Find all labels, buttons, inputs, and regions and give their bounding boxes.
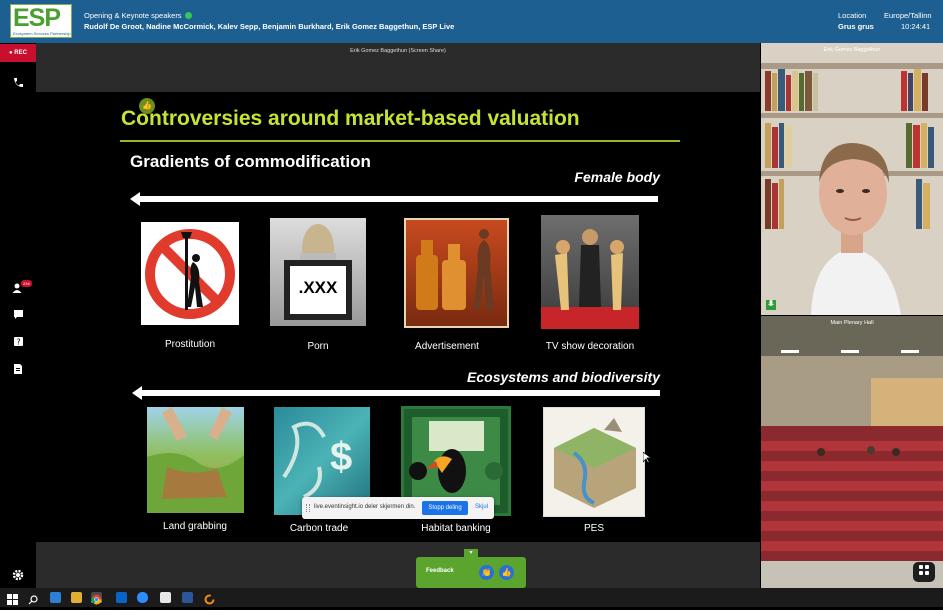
speaker-camera-feed: Erik Gomez Baggethun (761, 43, 943, 315)
caption-advertisement: Advertisement (415, 341, 479, 352)
calculator-icon[interactable] (160, 592, 171, 603)
phone-icon[interactable] (11, 76, 25, 90)
screen-share-label: Erik Gomez Baggethun (Screen Share) (350, 48, 446, 54)
stop-sharing-button[interactable]: Stopp deling (422, 501, 468, 515)
chrome-icon[interactable] (91, 592, 102, 605)
esp-logo: ESP Ecosystem Services Partnership (10, 4, 72, 38)
search-icon[interactable] (28, 592, 38, 610)
pes-image (543, 407, 645, 517)
plenary-hall-camera-feed: Main Plenary Hall (761, 316, 943, 588)
windows-start-icon[interactable] (7, 592, 18, 610)
svg-text:?: ? (16, 338, 20, 347)
caption-land-grabbing: Land grabbing (163, 521, 227, 532)
word-icon[interactable] (182, 592, 193, 603)
prostitution-image (141, 222, 239, 325)
caption-carbon-trade: Carbon trade (289, 523, 349, 534)
section-label-female-body: Female body (574, 169, 660, 185)
logo-subtext: Ecosystem Services Partnership (13, 31, 71, 36)
gradient-arrow-1 (140, 196, 658, 202)
feedback-label: Feedback (426, 568, 454, 574)
caption-tv-show-decoration: TV show decoration (545, 341, 635, 352)
zoom-icon[interactable] (137, 592, 148, 603)
timezone-label: Europe/Tallinn (884, 11, 932, 20)
screen-share-notification: live.eventinsight.io deler skjermen din.… (302, 497, 494, 519)
speaker-camera-label: Erik Gomez Baggethun (823, 47, 881, 53)
arrow-head-1 (130, 192, 140, 206)
top-bar: ESP Ecosystem Services Partnership Openi… (0, 0, 943, 43)
slide-subtitle: Gradients of commodification (130, 152, 371, 171)
slide-title: Controversies around market-based valuat… (121, 107, 580, 130)
advertisement-image (404, 218, 509, 328)
grid-layout-button[interactable] (913, 562, 935, 582)
participants-count-badge: 234 (21, 280, 32, 287)
outlook-icon[interactable] (116, 592, 127, 603)
gradient-arrow-2 (142, 390, 660, 396)
session-title-text: Opening & Keynote speakers (84, 11, 182, 20)
section-label-ecosystems: Ecosystems and biodiversity (467, 369, 660, 385)
feedback-panel: Feedback 👏 👍 (416, 557, 526, 588)
mouse-cursor-icon (642, 451, 653, 469)
feedback-collapse-toggle[interactable]: ▾ (464, 549, 478, 557)
land-grabbing-image (147, 407, 244, 513)
clap-reaction-button[interactable]: 👏 (479, 565, 494, 580)
clock-time: 10:24:41 (901, 22, 931, 31)
file-explorer-icon[interactable] (71, 592, 82, 603)
settings-gear-icon[interactable] (11, 569, 25, 583)
title-divider (120, 140, 680, 142)
porn-xxx-text: .XXX (298, 278, 338, 297)
caption-porn: Porn (307, 341, 329, 352)
location-value: Grus grus (838, 22, 874, 31)
edge-app-icon[interactable] (50, 592, 61, 603)
caption-pes: PES (583, 523, 604, 534)
chat-icon[interactable] (11, 309, 25, 323)
document-icon[interactable] (11, 363, 25, 377)
arrow-head-2 (132, 386, 142, 400)
caption-prostitution: Prostitution (164, 339, 216, 350)
question-icon[interactable]: ? (11, 336, 25, 350)
thumbs-up-reaction-button[interactable]: 👍 (499, 565, 514, 580)
tv-show-decoration-image (541, 215, 639, 329)
porn-image: .XXX (270, 218, 366, 326)
session-speakers: Rudolf De Groot, Nadine McCormick, Kalev… (84, 22, 455, 31)
logo-text: ESP (13, 4, 61, 32)
caption-habitat-banking: Habitat banking (421, 523, 491, 534)
session-title: Opening & Keynote speakers (84, 11, 192, 20)
share-notification-text: live.eventinsight.io deler skjermen din. (314, 504, 416, 510)
microphone-icon[interactable] (766, 300, 776, 310)
drag-handle-icon[interactable] (306, 504, 310, 512)
plenary-camera-label: Main Plenary Hall (830, 320, 874, 326)
app-ring-icon[interactable] (204, 592, 215, 610)
recording-indicator: ● REC (0, 44, 36, 62)
hide-button[interactable]: Skjul (475, 504, 488, 510)
live-status-icon (184, 12, 192, 19)
dollar-symbol: $ (330, 435, 353, 479)
location-label: Location (838, 11, 867, 20)
